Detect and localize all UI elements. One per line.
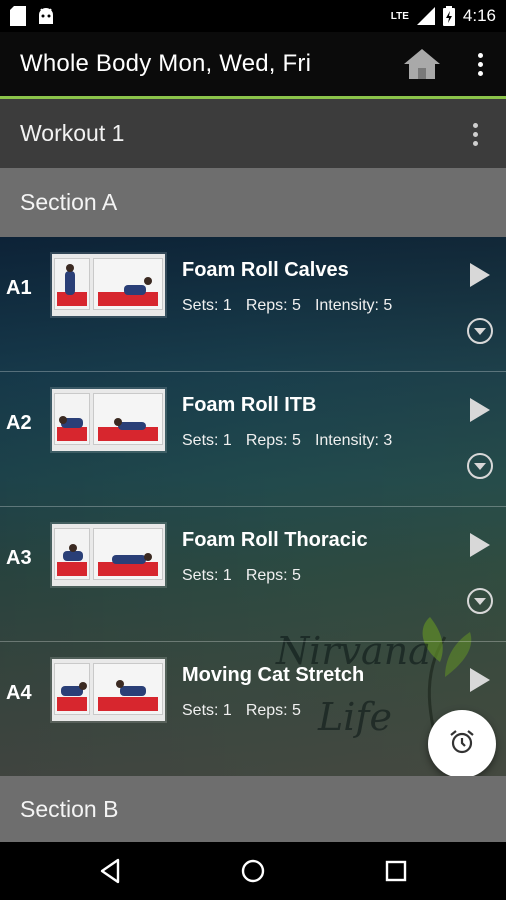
exercise-name: Foam Roll ITB	[182, 394, 317, 416]
system-nav-bar	[0, 842, 506, 900]
exercise-thumbnail[interactable]	[52, 254, 165, 316]
signal-icon	[416, 7, 435, 25]
network-type: LTE	[390, 10, 409, 22]
section-header-b[interactable]: Section B	[0, 776, 506, 842]
exercise-id: A2	[6, 412, 32, 434]
home-icon[interactable]	[402, 46, 442, 82]
exercise-id: A4	[6, 682, 32, 704]
alarm-fab[interactable]	[428, 710, 496, 778]
workout-title: Workout 1	[20, 120, 125, 146]
exercise-intensity: Intensity: 3	[314, 432, 393, 449]
expand-icon[interactable]	[466, 452, 494, 480]
exercise-meta: Sets: 1 Reps: 5 Intensity: 5	[182, 297, 392, 315]
exercise-id: A1	[6, 277, 32, 299]
back-icon[interactable]	[96, 856, 126, 886]
section-title: Section A	[20, 189, 118, 215]
battery-icon	[442, 6, 455, 26]
exercise-name: Foam Roll Thoracic	[182, 529, 368, 551]
exercise-thumbnail[interactable]	[52, 659, 165, 721]
exercise-reps: Reps: 5	[245, 702, 301, 719]
exercise-name: Foam Roll Calves	[182, 259, 349, 281]
app-bar: Whole Body Mon, Wed, Fri	[0, 32, 506, 96]
exercise-thumbnail[interactable]	[52, 524, 165, 586]
exercise-row[interactable]: A1 Foam Roll Calves Sets: 1 Reps: 5 Inte…	[0, 237, 506, 372]
play-icon[interactable]	[468, 666, 492, 694]
exercise-id: A3	[6, 547, 32, 569]
exercise-reps: Reps: 5	[245, 297, 301, 314]
exercise-name: Moving Cat Stretch	[182, 664, 365, 686]
play-icon[interactable]	[468, 531, 492, 559]
exercise-row[interactable]: A3 Foam Roll Thoracic Sets: 1 Reps: 5	[0, 507, 506, 642]
section-header-a[interactable]: Section A	[0, 168, 506, 237]
exercise-reps: Reps: 5	[245, 432, 301, 449]
home-circle-icon[interactable]	[238, 856, 268, 886]
exercise-sets: Sets: 1	[182, 702, 232, 719]
exercise-list: Nirvana Life A1 Foam Roll Calves Sets: 1…	[0, 237, 506, 776]
recents-icon[interactable]	[381, 856, 411, 886]
exercise-intensity: Intensity: 5	[314, 297, 393, 314]
exercise-thumbnail[interactable]	[52, 389, 165, 451]
play-icon[interactable]	[468, 396, 492, 424]
exercise-row[interactable]: A2 Foam Roll ITB Sets: 1 Reps: 5 Intensi…	[0, 372, 506, 507]
play-icon[interactable]	[468, 261, 492, 289]
overflow-menu-icon[interactable]	[468, 48, 492, 80]
expand-icon[interactable]	[466, 317, 494, 345]
workout-menu-icon[interactable]	[473, 119, 478, 149]
app-title: Whole Body Mon, Wed, Fri	[20, 50, 312, 77]
exercise-sets: Sets: 1	[182, 297, 232, 314]
exercise-sets: Sets: 1	[182, 432, 232, 449]
status-time: 4:16	[462, 6, 496, 25]
alarm-clock-icon	[448, 728, 476, 761]
expand-icon[interactable]	[466, 587, 494, 615]
exercise-sets: Sets: 1	[182, 567, 232, 584]
exercise-meta: Sets: 1 Reps: 5	[182, 702, 301, 720]
workout-header[interactable]: Workout 1	[0, 99, 506, 168]
section-title: Section B	[20, 795, 119, 822]
android-icon	[36, 6, 56, 26]
sd-card-icon	[10, 6, 26, 26]
exercise-meta: Sets: 1 Reps: 5 Intensity: 3	[182, 432, 392, 450]
exercise-reps: Reps: 5	[245, 567, 301, 584]
status-bar: LTE 4:16	[0, 0, 506, 32]
exercise-meta: Sets: 1 Reps: 5	[182, 567, 301, 585]
